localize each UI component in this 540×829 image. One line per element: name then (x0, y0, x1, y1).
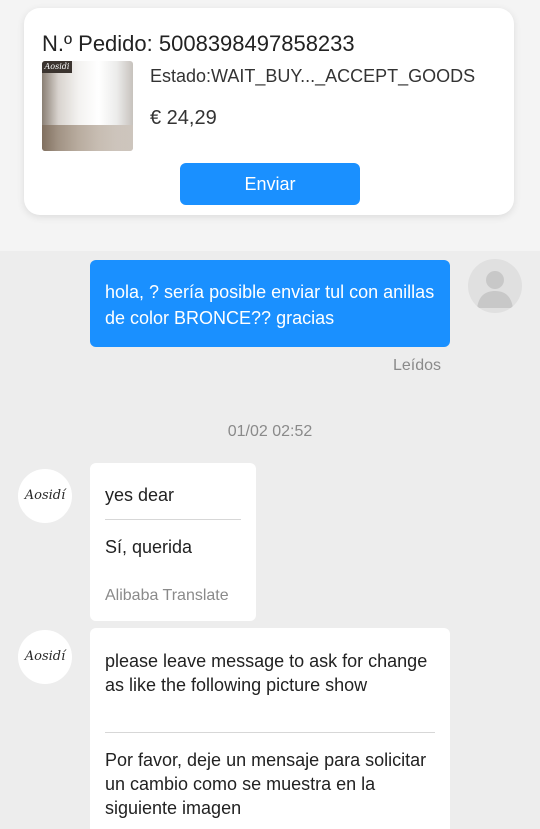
incoming-original-text: please leave message to ask for change a… (105, 651, 428, 695)
user-avatar[interactable] (468, 259, 522, 313)
incoming-translated-text: Sí, querida (105, 537, 193, 557)
incoming-message-bubble[interactable]: yes dear Sí, querida Alibaba Translate (90, 463, 256, 621)
order-number: N.º Pedido: 5008398497858233 (42, 31, 355, 56)
incoming-translated-text: Por favor, deje un mensaje para solicita… (105, 750, 427, 818)
outgoing-message-text: hola, ? sería posible enviar tul con ani… (105, 282, 435, 328)
translation-divider (105, 519, 241, 520)
shop-avatar[interactable]: Aosidí (18, 630, 72, 684)
shop-avatar[interactable]: Aosidí (18, 469, 72, 523)
message-timestamp: 01/02 02:52 (227, 423, 313, 440)
thumbnail-floor (42, 125, 133, 151)
outgoing-message-bubble[interactable]: hola, ? sería posible enviar tul con ani… (90, 260, 450, 347)
read-status: Leídos (393, 357, 442, 374)
translator-label: Alibaba Translate (105, 587, 229, 604)
product-thumbnail[interactable]: Aosidi (42, 61, 133, 151)
incoming-message-bubble[interactable]: please leave message to ask for change a… (90, 628, 450, 829)
order-price: € 24,29 (150, 107, 217, 129)
order-card[interactable]: N.º Pedido: 5008398497858233 Aosidi Esta… (24, 8, 514, 215)
thumbnail-brand-logo: Aosidi (42, 61, 72, 73)
order-status: Estado:WAIT_BUY..._ACCEPT_GOODS (150, 66, 476, 86)
translation-divider (105, 732, 435, 733)
incoming-original-text: yes dear (105, 485, 175, 505)
send-button[interactable]: Enviar (180, 163, 360, 205)
user-silhouette-icon (477, 271, 513, 308)
